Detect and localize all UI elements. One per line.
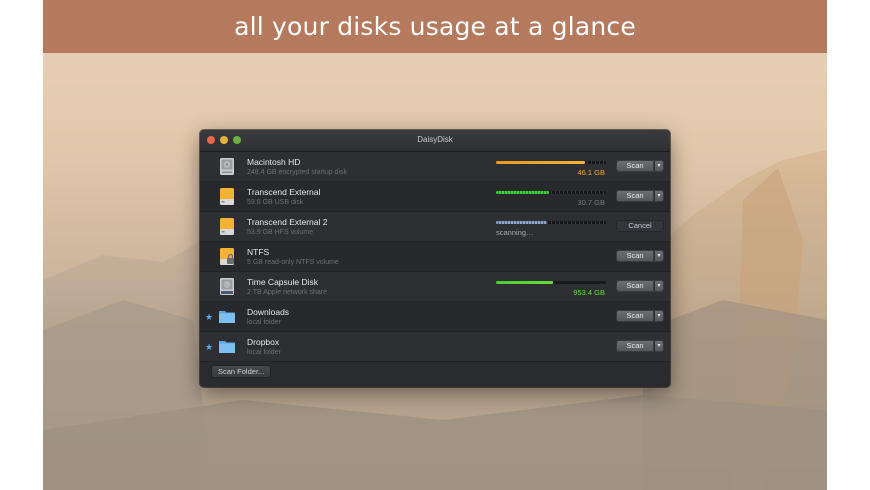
disk-name: Transcend External 2: [247, 217, 328, 227]
scanning-status: scanning…: [496, 228, 534, 237]
scan-split-button: Scan ▾: [616, 160, 664, 172]
favorite-star-icon[interactable]: ★: [205, 312, 213, 323]
background-stage: all your disks usage at a glance DaisyDi…: [43, 0, 827, 490]
scan-split-button: Scan ▾: [616, 310, 664, 322]
network-drive-icon: [220, 278, 234, 295]
scan-button[interactable]: Scan: [616, 160, 654, 172]
promo-banner: all your disks usage at a glance: [43, 0, 827, 53]
cancel-button[interactable]: Cancel: [616, 220, 664, 232]
scan-options-button[interactable]: ▾: [654, 250, 664, 262]
disk-description: 53.9 GB HFS volume: [247, 229, 314, 236]
scan-split-button: Scan ▾: [616, 250, 664, 262]
folder-description: local folder: [247, 319, 281, 326]
scan-button[interactable]: Scan: [616, 250, 654, 262]
folder-name: Downloads: [247, 307, 290, 317]
favorite-star-icon[interactable]: ★: [205, 342, 213, 353]
scan-options-button[interactable]: ▾: [654, 190, 664, 202]
disk-description: 2 TB Apple network share: [247, 289, 328, 296]
scan-options-button[interactable]: ▾: [654, 280, 664, 292]
disk-name: Time Capsule Disk: [247, 277, 319, 287]
folder-row-dropbox[interactable]: ★ Dropbox local folder Scan ▾: [200, 332, 670, 362]
usage-bar-fill: [496, 191, 549, 194]
disk-row-macintosh-hd[interactable]: Macintosh HD 248.4 GB encrypted startup …: [200, 152, 670, 182]
disk-row-ntfs[interactable]: NTFS 5 GB read-only NTFS volume Scan ▾: [200, 242, 670, 272]
free-space: 46.1 GB: [577, 168, 605, 177]
disk-list: Macintosh HD 248.4 GB encrypted startup …: [200, 152, 670, 362]
free-space: 953.4 GB: [573, 288, 605, 297]
folder-description: local folder: [247, 349, 281, 356]
folder-icon: [219, 311, 235, 323]
window-title: DaisyDisk: [417, 135, 453, 144]
scan-button[interactable]: Scan: [616, 280, 654, 292]
scan-button[interactable]: Scan: [616, 190, 654, 202]
disk-name: NTFS: [247, 247, 270, 257]
folder-name: Dropbox: [247, 337, 280, 347]
usage-bar: [496, 161, 606, 164]
scan-button[interactable]: Scan: [616, 310, 654, 322]
scan-options-button[interactable]: ▾: [654, 160, 664, 172]
external-drive-icon: [220, 188, 234, 205]
scan-split-button: Scan ▾: [616, 280, 664, 292]
usage-bar: [496, 281, 606, 284]
scan-progress-fill: [496, 221, 547, 224]
usage-bar: [496, 191, 606, 194]
locked-drive-icon: [220, 248, 234, 265]
disk-description: 59.6 GB USB disk: [247, 199, 304, 206]
disk-description: 5 GB read-only NTFS volume: [247, 259, 339, 266]
disk-row-time-capsule[interactable]: Time Capsule Disk 2 TB Apple network sha…: [200, 272, 670, 302]
usage-bar-fill: [496, 281, 554, 284]
scan-progress-bar: [496, 221, 606, 224]
daisydisk-window: DaisyDisk Macintosh HD 248.4 GB encrypte…: [200, 130, 670, 387]
external-drive-icon: [220, 218, 234, 235]
scan-split-button: Scan ▾: [616, 190, 664, 202]
scan-button[interactable]: Scan: [616, 340, 654, 352]
folder-row-downloads[interactable]: ★ Downloads local folder Scan ▾: [200, 302, 670, 332]
folder-icon: [219, 341, 235, 353]
scan-split-button: Scan ▾: [616, 340, 664, 352]
scan-options-button[interactable]: ▾: [654, 310, 664, 322]
disk-description: 248.4 GB encrypted startup disk: [247, 169, 347, 176]
disk-row-transcend-external[interactable]: Transcend External 59.6 GB USB disk 30.7…: [200, 182, 670, 212]
scan-options-button[interactable]: ▾: [654, 340, 664, 352]
banner-text: all your disks usage at a glance: [234, 12, 636, 41]
disk-name: Macintosh HD: [247, 157, 301, 167]
usage-bar-fill: [496, 161, 586, 164]
disk-name: Transcend External: [247, 187, 321, 197]
window-footer: Scan Folder...: [200, 360, 670, 387]
title-bar[interactable]: DaisyDisk: [200, 130, 670, 152]
hard-drive-icon: [220, 158, 234, 175]
disk-row-transcend-external-2[interactable]: Transcend External 2 53.9 GB HFS volume …: [200, 212, 670, 242]
free-space: 30.7 GB: [577, 198, 605, 207]
scan-folder-button[interactable]: Scan Folder...: [211, 365, 272, 378]
